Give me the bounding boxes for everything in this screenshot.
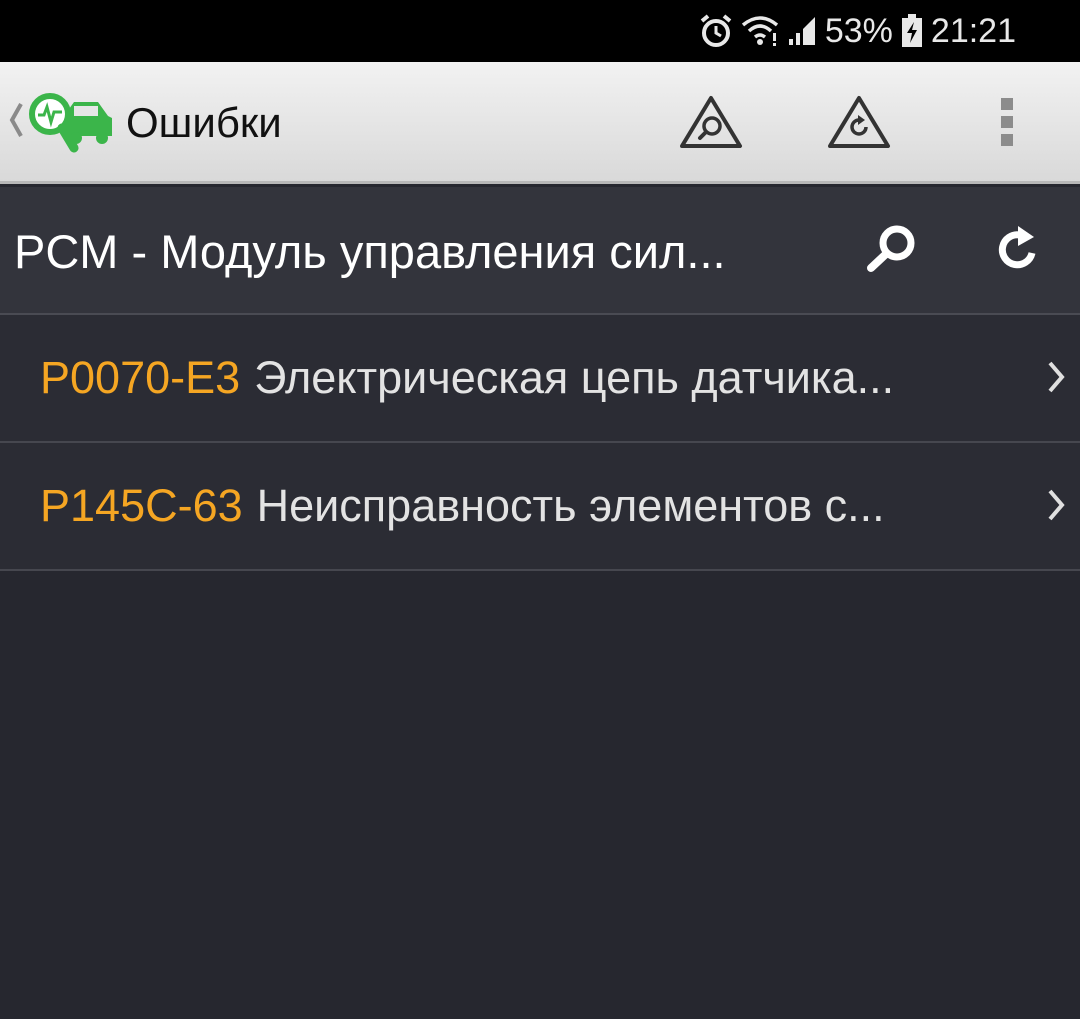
refresh-icon (994, 225, 1042, 278)
clear-errors-button[interactable] (824, 92, 894, 156)
chevron-right-icon (1046, 487, 1066, 528)
error-row[interactable]: P145C-63 Неисправность элементов с... (0, 443, 1080, 571)
error-list: P0070-E3 Электрическая цепь датчика... P… (0, 315, 1080, 571)
wifi-icon (741, 15, 779, 47)
back-chevron-icon[interactable] (8, 100, 24, 145)
module-title: PCM - Модуль управления сил... (14, 224, 726, 278)
error-row[interactable]: P0070-E3 Электрическая цепь датчика... (0, 315, 1080, 443)
battery-charging-icon (901, 14, 923, 48)
app-logo-icon[interactable] (24, 90, 116, 161)
alarm-icon (699, 13, 733, 49)
error-text: P0070-E3 Электрическая цепь датчика... (40, 315, 894, 441)
error-code: P0070-E3 (40, 352, 241, 403)
status-bar: 53% 21:21 (0, 0, 1080, 62)
error-text: P145C-63 Неисправность элементов с... (40, 443, 885, 569)
battery-text: 53% (824, 11, 893, 50)
chevron-right-icon (1046, 359, 1066, 400)
status-icons: 53% 21:21 (699, 0, 1016, 62)
refresh-warning-icon (826, 94, 892, 155)
search-icon (861, 224, 921, 279)
more-vertical-icon (998, 94, 1016, 155)
module-header: PCM - Модуль управления сил... (0, 187, 1080, 315)
search-button[interactable] (858, 221, 924, 281)
signal-icon (787, 15, 817, 47)
error-description: Неисправность элементов с... (256, 480, 885, 531)
refresh-button[interactable] (988, 221, 1048, 281)
scan-errors-button[interactable] (676, 92, 746, 156)
scan-warning-icon (678, 94, 744, 155)
overflow-menu-button[interactable] (972, 92, 1042, 156)
toolbar-title: Ошибки (126, 99, 282, 146)
error-description: Электрическая цепь датчика... (254, 352, 895, 403)
app-toolbar: Ошибки (0, 62, 1080, 184)
clock: 21:21 (930, 11, 1016, 50)
error-code: P145C-63 (40, 480, 243, 531)
